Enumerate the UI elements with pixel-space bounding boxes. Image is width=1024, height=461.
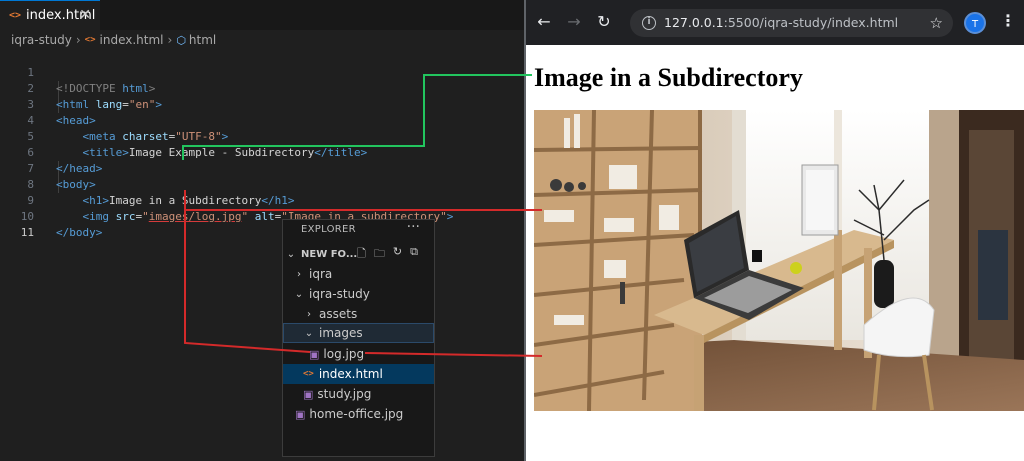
- chevron-right-icon: ›: [307, 308, 311, 320]
- address-bar[interactable]: i 127.0.0.1:5500/iqra-study/index.html ☆: [630, 9, 953, 37]
- explorer-item-index-html[interactable]: <> index.html: [283, 364, 434, 384]
- chevron-right-icon: ›: [167, 33, 173, 47]
- vscode-window: <> index.html ✕ iqra-study › <> index.ht…: [0, 0, 524, 461]
- code-line: 4 <meta charset="UTF-8">: [0, 97, 524, 143]
- tab-index-html[interactable]: <> index.html ✕: [0, 0, 100, 30]
- explorer-header: EXPLORER: [301, 224, 356, 235]
- breadcrumb-file[interactable]: index.html: [100, 33, 164, 47]
- collapse-all-icon[interactable]: ⧉: [410, 245, 418, 264]
- bookmark-star-icon[interactable]: ☆: [930, 9, 943, 37]
- code-line: 7 <body>: [0, 145, 524, 191]
- forward-arrow-icon[interactable]: →: [564, 12, 584, 32]
- editor-tab-bar: <> index.html ✕: [0, 0, 524, 30]
- symbol-cube-icon: ⬡: [176, 33, 186, 47]
- profile-avatar[interactable]: T: [964, 12, 986, 34]
- browser-window: ← → ↻ i 127.0.0.1:5500/iqra-study/index.…: [526, 0, 1024, 461]
- chevron-down-icon: ⌄: [294, 288, 304, 300]
- browser-toolbar: ← → ↻ i 127.0.0.1:5500/iqra-study/index.…: [526, 0, 1024, 45]
- page-heading: Image in a Subdirectory: [534, 63, 803, 92]
- url-host: 127.0.0.1: [664, 15, 724, 30]
- office-illustration: [534, 110, 1024, 411]
- code-editor[interactable]: 1 <!DOCTYPE html> 2 <html lang="en"> 3 <…: [0, 49, 524, 239]
- image-file-icon: ▣: [295, 407, 306, 421]
- code-line-active: 11: [0, 209, 524, 239]
- html-file-icon: <>: [84, 35, 96, 45]
- explorer-item-log-jpg[interactable]: ▣ log.jpg: [283, 344, 434, 364]
- code-line: 8 <h1>Image in a Subdirectory</h1>: [0, 161, 524, 207]
- explorer-toolbar: 🗋 🗀 ↻ ⧉: [357, 245, 418, 264]
- breadcrumb-symbol[interactable]: html: [189, 33, 216, 47]
- explorer-item-study-jpg[interactable]: ▣ study.jpg: [283, 384, 434, 404]
- site-info-icon[interactable]: i: [642, 16, 656, 30]
- reload-icon[interactable]: ↻: [594, 12, 614, 32]
- code-line: 6 </head>: [0, 129, 524, 175]
- back-arrow-icon[interactable]: ←: [534, 12, 554, 32]
- code-line: 1 <!DOCTYPE html>: [0, 49, 524, 95]
- image-file-icon: ▣: [309, 347, 320, 361]
- code-line: 5 <title>Image Example - Subdirectory</t…: [0, 113, 524, 159]
- explorer-panel: EXPLORER ··· ⌄ NEW FO... 🗋 🗀 ↻ ⧉ › iqra …: [282, 219, 435, 457]
- new-folder-icon[interactable]: 🗀: [374, 245, 385, 264]
- home-office-image: [534, 110, 1024, 411]
- html-file-icon: <>: [303, 369, 314, 379]
- breadcrumb: iqra-study › <> index.html › ⬡ html: [11, 32, 216, 48]
- chevron-down-icon: ⌄: [286, 248, 296, 260]
- explorer-item-iqra[interactable]: › iqra: [283, 264, 434, 284]
- url-path: :5500/iqra-study/index.html: [723, 15, 899, 30]
- code-line: 2 <html lang="en">: [0, 65, 524, 111]
- chevron-down-icon: ⌄: [304, 327, 314, 339]
- more-actions-icon[interactable]: ···: [407, 219, 420, 235]
- image-file-icon: ▣: [303, 387, 314, 401]
- code-line: 10 </body>: [0, 193, 524, 239]
- explorer-item-home-office-jpg[interactable]: ▣ home-office.jpg: [283, 404, 434, 424]
- explorer-item-images[interactable]: ⌄ images: [283, 323, 434, 343]
- line-number: 11: [20, 226, 34, 239]
- refresh-icon[interactable]: ↻: [393, 245, 402, 264]
- close-icon[interactable]: ✕: [79, 7, 91, 23]
- code-line: 9 <img src="images/log.jpg" alt="Image i…: [0, 177, 524, 223]
- chevron-right-icon: ›: [297, 268, 301, 280]
- chevron-right-icon: ›: [75, 33, 81, 47]
- html-file-icon: <>: [9, 10, 22, 21]
- breadcrumb-folder[interactable]: iqra-study: [11, 33, 72, 47]
- kebab-menu-icon[interactable]: ⋮: [1000, 11, 1016, 30]
- explorer-item-iqra-study[interactable]: ⌄ iqra-study: [283, 284, 434, 304]
- explorer-item-assets[interactable]: › assets: [283, 304, 434, 324]
- new-file-icon[interactable]: 🗋: [357, 245, 366, 264]
- code-line: 3 <head>: [0, 81, 524, 127]
